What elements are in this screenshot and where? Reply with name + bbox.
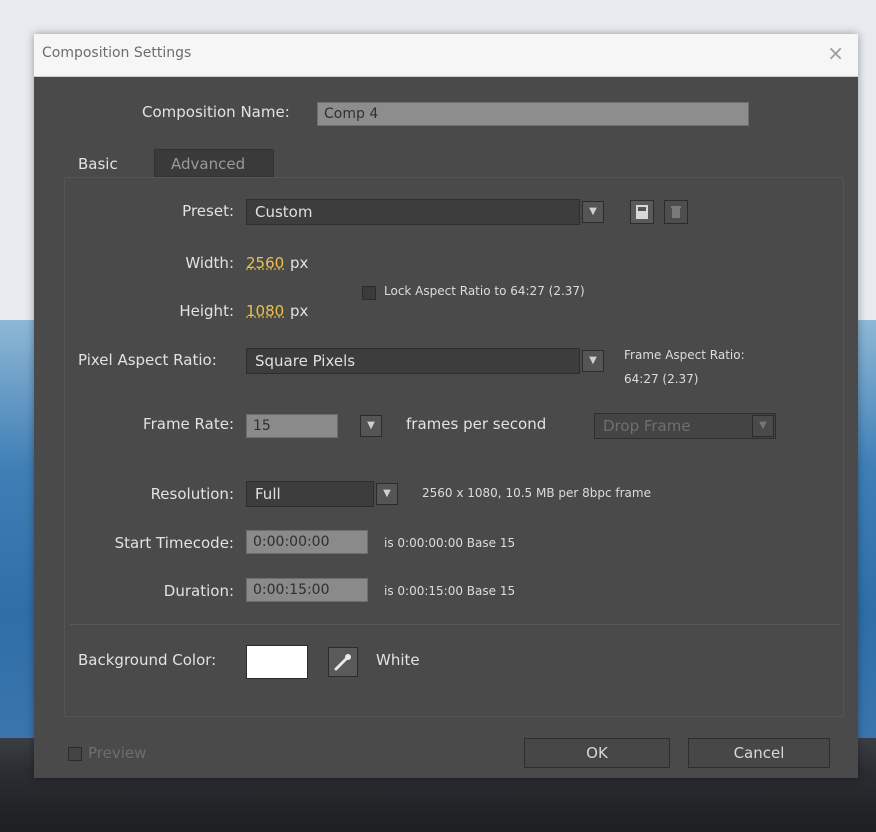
divider xyxy=(70,624,840,625)
ok-button[interactable]: OK xyxy=(524,738,670,768)
width-value[interactable]: 2560 xyxy=(246,254,284,272)
height-label: Height: xyxy=(179,302,234,320)
duration-label: Duration: xyxy=(163,582,234,600)
drop-frame-dropdown[interactable]: Drop Frame xyxy=(594,413,776,439)
width-label: Width: xyxy=(185,254,234,272)
chevron-down-icon[interactable]: ▼ xyxy=(752,415,774,437)
background-color-name: White xyxy=(376,651,420,669)
height-unit: px xyxy=(290,302,309,320)
dialog-title: Composition Settings xyxy=(42,45,192,61)
start-timecode-label: Start Timecode: xyxy=(114,534,234,552)
chevron-down-icon[interactable]: ▼ xyxy=(360,415,382,437)
preview-label[interactable]: Preview xyxy=(88,744,146,762)
close-icon[interactable]: × xyxy=(827,42,844,64)
frame-rate-suffix: frames per second xyxy=(406,415,547,433)
frame-rate-input[interactable]: 15 xyxy=(246,414,338,438)
frame-aspect-label: Frame Aspect Ratio: xyxy=(624,348,745,362)
composition-settings-dialog: Composition Settings × Composition Name:… xyxy=(34,34,858,778)
save-preset-icon[interactable] xyxy=(630,200,654,224)
delete-preset-icon[interactable] xyxy=(664,200,688,224)
resolution-label: Resolution: xyxy=(150,485,234,503)
pixel-aspect-dropdown[interactable]: Square Pixels xyxy=(246,348,580,374)
lock-aspect-label[interactable]: Lock Aspect Ratio to 64:27 (2.37) xyxy=(384,284,585,298)
resolution-info: 2560 x 1080, 10.5 MB per 8bpc frame xyxy=(422,486,651,500)
cancel-button[interactable]: Cancel xyxy=(688,738,830,768)
background-color-swatch[interactable] xyxy=(246,645,308,679)
preset-label: Preset: xyxy=(182,202,234,220)
start-timecode-input[interactable]: 0:00:00:00 xyxy=(246,530,368,554)
duration-input[interactable]: 0:00:15:00 xyxy=(246,578,368,602)
tab-advanced[interactable]: Advanced xyxy=(154,149,274,177)
preview-checkbox[interactable] xyxy=(68,747,82,761)
start-timecode-info: is 0:00:00:00 Base 15 xyxy=(384,536,516,550)
preset-dropdown[interactable]: Custom xyxy=(246,199,580,225)
chevron-down-icon[interactable]: ▼ xyxy=(376,483,398,505)
background-color-label: Background Color: xyxy=(78,651,217,669)
frame-rate-label: Frame Rate: xyxy=(143,415,234,433)
title-bar: Composition Settings × xyxy=(34,34,858,77)
tab-basic[interactable]: Basic xyxy=(78,155,118,173)
resolution-dropdown[interactable]: Full xyxy=(246,481,374,507)
lock-aspect-checkbox[interactable] xyxy=(362,286,376,300)
frame-aspect-value: 64:27 (2.37) xyxy=(624,372,699,386)
pixel-aspect-label: Pixel Aspect Ratio: xyxy=(78,351,217,369)
composition-name-label: Composition Name: xyxy=(142,103,290,121)
chevron-down-icon[interactable]: ▼ xyxy=(582,350,604,372)
eyedropper-icon[interactable] xyxy=(328,647,358,677)
width-unit: px xyxy=(290,254,309,272)
duration-info: is 0:00:15:00 Base 15 xyxy=(384,584,516,598)
chevron-down-icon[interactable]: ▼ xyxy=(582,201,604,223)
composition-name-input[interactable]: Comp 4 xyxy=(317,102,749,126)
height-value[interactable]: 1080 xyxy=(246,302,284,320)
